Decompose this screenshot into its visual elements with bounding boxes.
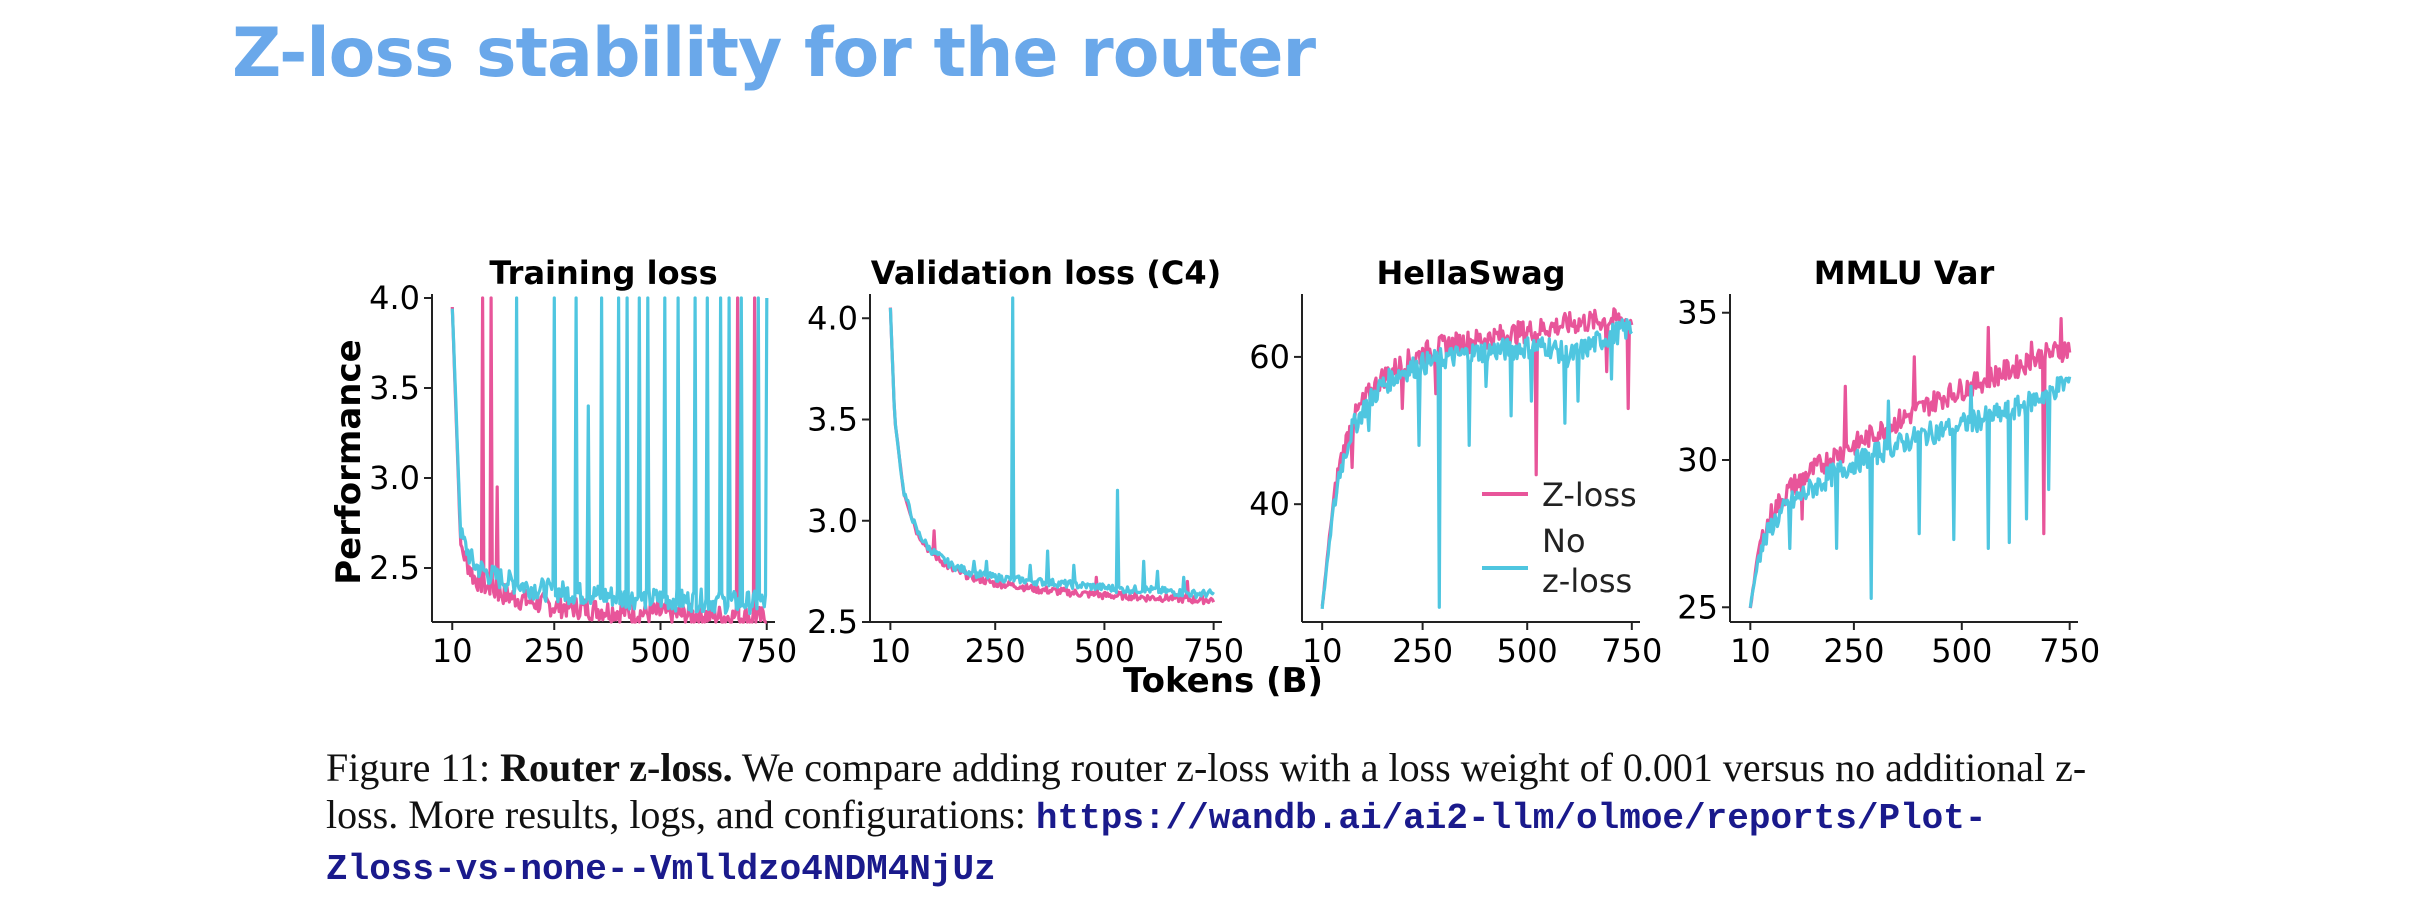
series-line-z-loss bbox=[888, 307, 1216, 606]
y-tick-label: 30 bbox=[1677, 441, 1718, 479]
series-line-no-z-loss bbox=[888, 296, 1215, 600]
legend-label-no: No bbox=[1542, 522, 1586, 560]
chart-panel-4: MMLU Var 25 30 35 10 250 500 750 bbox=[1677, 254, 2100, 670]
y-tick-label: 40 bbox=[1249, 485, 1290, 523]
x-tick-label: 750 bbox=[1183, 632, 1244, 670]
chart-panel-2: Validation loss (C4) 2.5 3.0 3.5 4.0 10 250 500… bbox=[807, 254, 1244, 670]
legend-label-z-loss-line2: z-loss bbox=[1542, 562, 1632, 600]
y-tick-label: 3.0 bbox=[369, 459, 420, 497]
chart-title: HellaSwag bbox=[1376, 254, 1565, 292]
x-tick-label: 500 bbox=[1074, 632, 1135, 670]
x-tick-label: 10 bbox=[870, 632, 911, 670]
y-tick-label: 2.5 bbox=[369, 549, 420, 587]
chart-panel-3: HellaSwag 40 60 10 250 500 750 Z-loss Noz-loss bbox=[1249, 254, 1662, 670]
y-tick-label: 2.5 bbox=[807, 603, 858, 641]
x-tick-label: 750 bbox=[2039, 632, 2100, 670]
x-tick-label: 250 bbox=[965, 632, 1026, 670]
caption-title: Router z-loss. bbox=[500, 745, 733, 790]
series-line-no-z-loss bbox=[1748, 375, 2072, 608]
y-tick-label: 3.5 bbox=[807, 401, 858, 439]
x-tick-label: 500 bbox=[1931, 632, 1992, 670]
x-tick-label: 250 bbox=[1823, 632, 1884, 670]
x-tick-label: 500 bbox=[1497, 632, 1558, 670]
caption-figure-label: Figure 11: bbox=[326, 745, 491, 790]
y-tick-label: 4.0 bbox=[369, 279, 420, 317]
x-tick-label: 250 bbox=[524, 632, 585, 670]
y-tick-label: 60 bbox=[1249, 338, 1290, 376]
series-line-z-loss bbox=[1748, 317, 2072, 609]
x-tick-label: 500 bbox=[630, 632, 691, 670]
chart-title: Training loss bbox=[489, 254, 717, 292]
x-tick-label: 10 bbox=[1302, 632, 1343, 670]
x-tick-label: 10 bbox=[432, 632, 473, 670]
x-tick-label: 750 bbox=[1601, 632, 1662, 670]
y-tick-label: 35 bbox=[1677, 294, 1718, 332]
chart-panel-1: Training loss 2.5 3.0 3.5 4.0 10 250 500 750 bbox=[369, 254, 797, 670]
chart-title: Validation loss (C4) bbox=[871, 254, 1221, 292]
x-tick-label: 750 bbox=[736, 632, 797, 670]
legend-label-z-loss: Z-loss bbox=[1542, 476, 1637, 514]
chart-panels: Training loss2.53.03.54.010 250 500 750Vali… bbox=[369, 254, 2100, 670]
y-tick-label: 3.0 bbox=[807, 502, 858, 540]
x-tick-label: 10 bbox=[1730, 632, 1771, 670]
y-axis-label: Performance bbox=[329, 339, 369, 584]
y-tick-label: 25 bbox=[1677, 588, 1718, 626]
x-tick-label: 250 bbox=[1392, 632, 1453, 670]
figure-caption: Figure 11: Router z-loss. We compare add… bbox=[326, 744, 2116, 893]
chart-title: MMLU Var bbox=[1814, 254, 1995, 292]
y-tick-label: 3.5 bbox=[369, 369, 420, 407]
y-tick-label: 4.0 bbox=[807, 299, 858, 337]
